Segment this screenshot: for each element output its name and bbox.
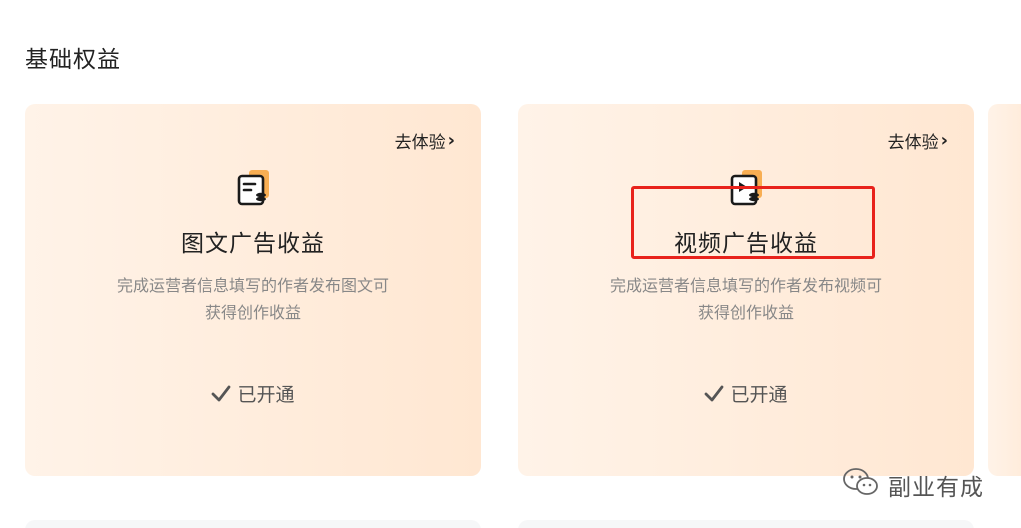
card-description-line: 获得创作收益 — [697, 303, 794, 322]
card-description-line: 完成运营者信息填写的作者发布图文可 — [116, 276, 389, 295]
check-icon — [704, 384, 724, 404]
card-description: 完成运营者信息填写的作者发布视频可 获得创作收益 — [518, 272, 974, 326]
card-description: 完成运营者信息填写的作者发布图文可 获得创作收益 — [25, 272, 481, 326]
page: 基础权益 去体验 › 图文广告收益 完成运营者信息填写的作者发布图文可 获得创作… — [0, 0, 1021, 528]
card-article-ad-revenue: 去体验 › 图文广告收益 完成运营者信息填写的作者发布图文可 获得创作收益 已开… — [25, 104, 481, 476]
chevron-right-icon: › — [447, 129, 455, 151]
status-label: 已开通 — [237, 384, 295, 406]
section-title: 基础权益 — [25, 47, 121, 73]
chevron-right-icon: › — [940, 129, 948, 151]
card-partial — [988, 104, 1021, 476]
card-title: 图文广告收益 — [181, 231, 325, 257]
status-label: 已开通 — [730, 384, 788, 406]
card-next-row — [518, 520, 974, 528]
try-button[interactable]: 去体验 › — [395, 128, 455, 153]
watermark: 副业有成 — [842, 466, 984, 504]
card-video-ad-revenue: 去体验 › 视频广告收益 完成运营者信息填写的作者发布视频可 获得创作收益 已开… — [518, 104, 974, 476]
article-doc-icon — [233, 168, 273, 208]
status-activated: 已开通 — [518, 380, 974, 407]
card-description-line: 获得创作收益 — [204, 303, 301, 322]
try-button-label: 去体验 — [394, 133, 446, 153]
check-icon — [211, 384, 231, 404]
status-activated: 已开通 — [25, 380, 481, 407]
video-doc-icon — [726, 168, 766, 208]
card-title: 视频广告收益 — [674, 231, 818, 257]
try-button[interactable]: 去体验 › — [888, 128, 948, 153]
wechat-icon — [842, 466, 880, 504]
card-next-row — [25, 520, 481, 528]
watermark-text: 副业有成 — [888, 475, 984, 501]
card-description-line: 完成运营者信息填写的作者发布视频可 — [609, 276, 882, 295]
try-button-label: 去体验 — [887, 133, 939, 153]
